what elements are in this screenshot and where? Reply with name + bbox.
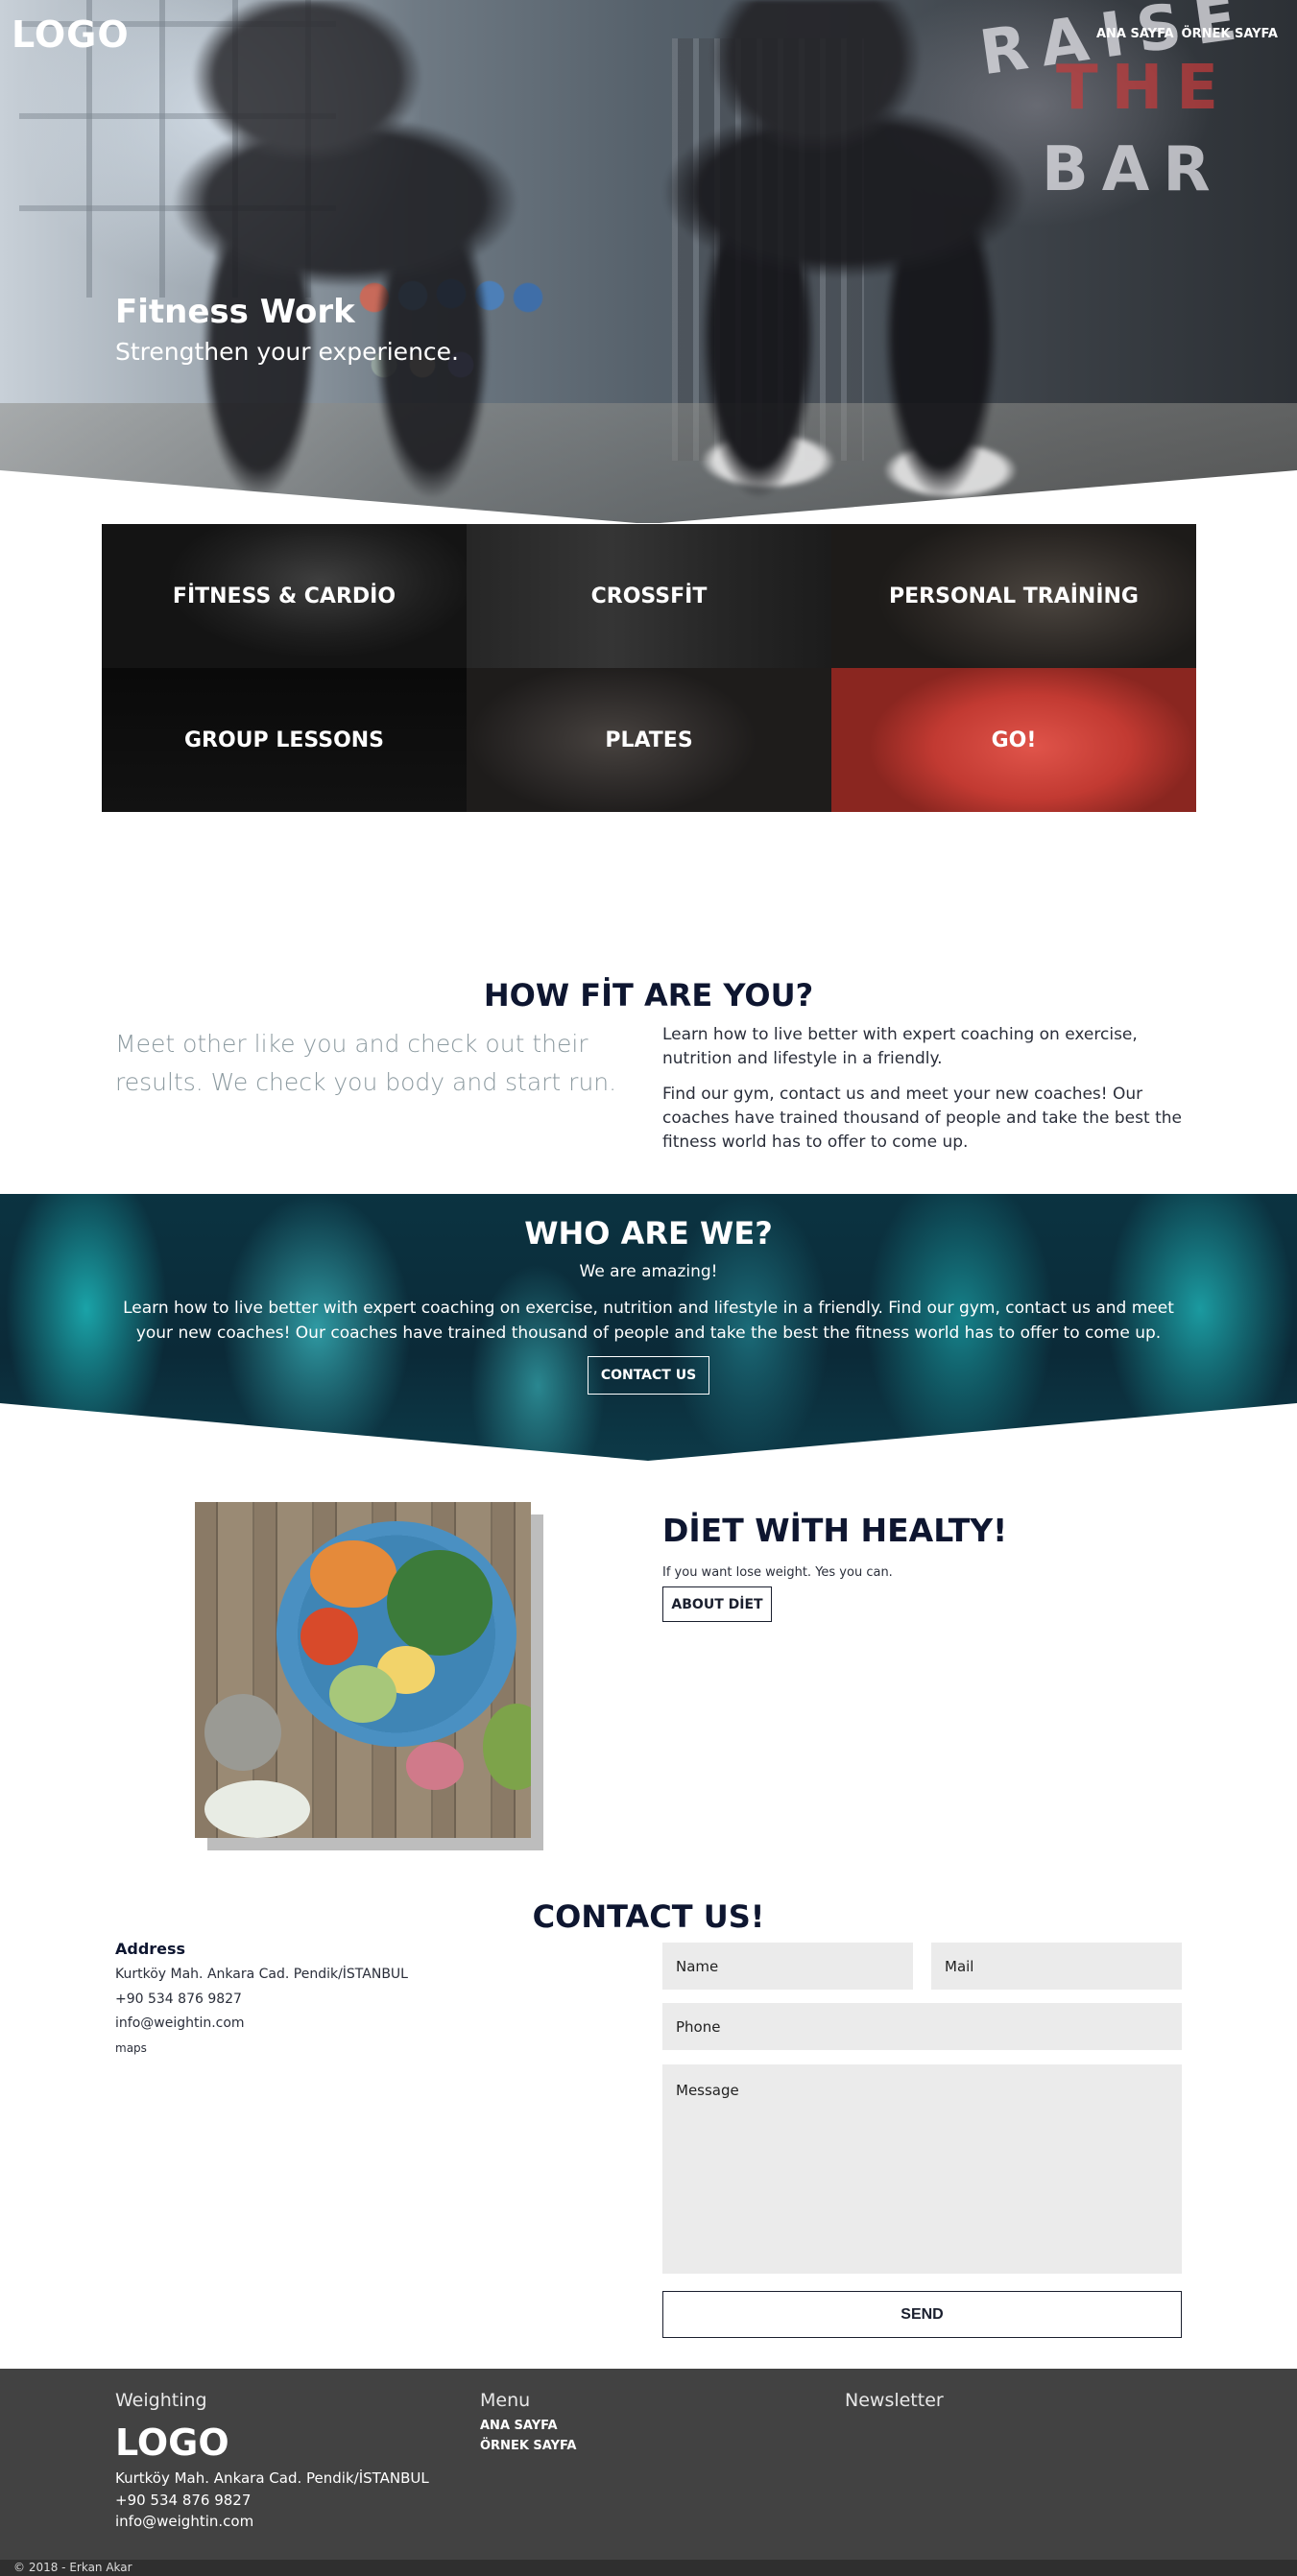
footer-menu-ana-sayfa[interactable]: ANA SAYFA [480, 2419, 558, 2433]
service-tile-group-lessons[interactable]: GROUP LESSONS [102, 668, 467, 812]
service-tile-label: GO! [991, 727, 1037, 752]
food-shape [406, 1742, 464, 1790]
food-shape [483, 1704, 531, 1790]
food-shape [204, 1780, 310, 1838]
maps-link[interactable]: maps [115, 2041, 147, 2055]
food-shape [204, 1694, 281, 1771]
mail-input[interactable] [931, 1943, 1182, 1990]
food-shape [310, 1540, 396, 1608]
service-tile-personal-training[interactable]: PERSONAL TRAİNİNG [831, 524, 1196, 668]
who-tagline: We are amazing! [579, 1262, 718, 1281]
footer-heading-newsletter: Newsletter [845, 2390, 944, 2411]
food-shape [329, 1665, 396, 1723]
top-nav: ANA SAYFA ÖRNEK SAYFA [1096, 27, 1278, 41]
services-grid: FİTNESS & CARDİO CROSSFİT PERSONAL TRAİN… [102, 524, 1196, 812]
hero-banner: RAISE THE BAR [0, 0, 1297, 523]
about-diet-button[interactable]: ABOUT DİET [662, 1586, 772, 1622]
howfit-paragraph: Learn how to live better with expert coa… [662, 1025, 1138, 1068]
footer-address: Kurtköy Mah. Ankara Cad. Pendik/İSTANBUL [115, 2469, 429, 2487]
hero-athlete-right [634, 0, 1037, 499]
howfit-title: HOW FİT ARE YOU? [483, 977, 814, 1014]
service-tile-label: CROSSFİT [590, 584, 708, 608]
diet-subtitle: If you want lose weight. Yes you can. [662, 1565, 893, 1580]
hero-athlete-left [115, 0, 538, 499]
service-tile-plates[interactable]: PLATES [467, 668, 831, 812]
service-tile-label: PERSONAL TRAİNİNG [889, 584, 1139, 608]
footer-logo[interactable]: LOGO [115, 2421, 229, 2464]
send-button[interactable]: SEND [662, 2291, 1182, 2338]
hero-title: Fitness Work [115, 293, 355, 331]
address-heading: Address [115, 1940, 186, 1958]
contact-us-button[interactable]: CONTACT US [588, 1356, 709, 1395]
hero-bottom-curve [0, 470, 1297, 523]
footer-menu-ornek-sayfa[interactable]: ÖRNEK SAYFA [480, 2439, 576, 2453]
service-tile-crossfit[interactable]: CROSSFİT [467, 524, 831, 668]
message-textarea[interactable] [662, 2064, 1182, 2274]
copyright: © 2018 - Erkan Akar [0, 2560, 1297, 2576]
howfit-lead: Meet other like you and check out their … [115, 1030, 617, 1096]
contact-title: CONTACT US! [532, 1898, 765, 1935]
service-tile-fitness-cardio[interactable]: FİTNESS & CARDİO [102, 524, 467, 668]
food-shape [300, 1608, 358, 1665]
service-tile-label: GROUP LESSONS [183, 727, 385, 752]
logo[interactable]: LOGO [12, 13, 130, 56]
nav-link-ornek-sayfa[interactable]: ÖRNEK SAYFA [1182, 27, 1278, 41]
hero-wall-text: THE [1056, 53, 1232, 124]
nav-link-ana-sayfa[interactable]: ANA SAYFA [1096, 27, 1174, 41]
footer-heading-weighting: Weighting [115, 2390, 207, 2411]
address-text: Kurtköy Mah. Ankara Cad. Pendik/İSTANBUL [115, 1967, 408, 1982]
service-tile-go[interactable]: GO! [831, 668, 1196, 812]
email-link[interactable]: info@weightin.com [115, 2015, 245, 2031]
footer-phone: +90 534 876 9827 [115, 2492, 252, 2509]
name-input[interactable] [662, 1943, 913, 1990]
footer-email-link[interactable]: info@weightin.com [115, 2513, 253, 2530]
phone-text: +90 534 876 9827 [115, 1992, 242, 2007]
service-tile-label: FİTNESS & CARDİO [172, 584, 396, 608]
diet-title: DİET WİTH HEALTY! [662, 1512, 1008, 1549]
hero-wall-text: BAR [1042, 134, 1224, 205]
hero-subtitle: Strengthen your experience. [115, 338, 459, 366]
diet-food-image [195, 1502, 531, 1838]
howfit-text: Learn how to live better with expert coa… [662, 1023, 1190, 1155]
service-tile-label: PLATES [605, 727, 693, 752]
howfit-paragraph: Find our gym, contact us and meet your n… [662, 1085, 1182, 1152]
phone-input[interactable] [662, 2003, 1182, 2050]
who-title: WHO ARE WE? [524, 1215, 773, 1252]
food-shape [387, 1550, 492, 1656]
who-text: Learn how to live better with expert coa… [123, 1299, 1174, 1343]
footer-heading-menu: Menu [480, 2390, 531, 2411]
